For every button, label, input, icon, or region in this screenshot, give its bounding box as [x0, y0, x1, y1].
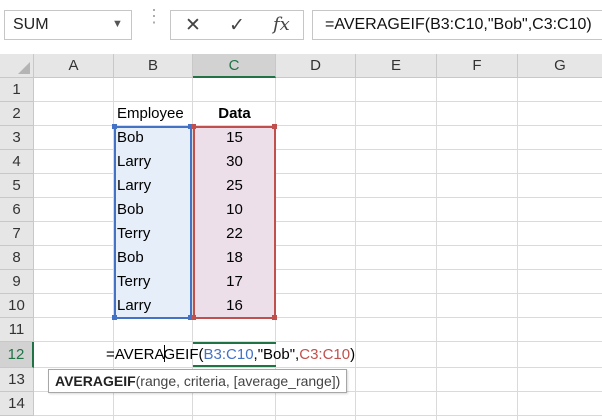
- formula-input[interactable]: =AVERAGEIF(B3:C10,"Bob",C3:C10): [312, 10, 602, 40]
- cell-b10[interactable]: Larry: [117, 294, 151, 318]
- cell-b2-employee-header[interactable]: Employee: [117, 102, 184, 126]
- column-header-b[interactable]: B: [114, 54, 193, 78]
- row-header-6[interactable]: 6: [0, 198, 34, 222]
- cell-formula-editor[interactable]: =AVERAGEIF(B3:C10,"Bob",C3:C10): [106, 342, 355, 368]
- formula-prefix: =AVERA: [106, 346, 165, 363]
- function-tooltip: AVERAGEIF(range, criteria, [average_rang…: [48, 369, 348, 393]
- cell-b7[interactable]: Terry: [117, 222, 150, 246]
- formula-criteria: ,"Bob",: [253, 346, 300, 363]
- name-box-value: SUM: [13, 16, 49, 33]
- cell-b6[interactable]: Bob: [117, 198, 144, 222]
- row-header-8[interactable]: 8: [0, 246, 34, 270]
- column-header-g[interactable]: G: [518, 54, 602, 78]
- select-all-button[interactable]: [0, 54, 34, 78]
- cell-c3[interactable]: 15: [193, 126, 276, 150]
- row-header-4[interactable]: 4: [0, 150, 34, 174]
- cell-c5[interactable]: 25: [193, 174, 276, 198]
- resize-handle-icon[interactable]: ⋮: [145, 7, 163, 25]
- tooltip-args: (range, criteria, [average_range]): [135, 373, 341, 389]
- row-header-2[interactable]: 2: [0, 102, 34, 126]
- row-header-11[interactable]: 11: [0, 318, 34, 342]
- column-header-d[interactable]: D: [276, 54, 356, 78]
- row-header-5[interactable]: 5: [0, 174, 34, 198]
- row-header-12[interactable]: 12: [0, 342, 34, 368]
- cell-c7[interactable]: 22: [193, 222, 276, 246]
- cell-c9[interactable]: 17: [193, 270, 276, 294]
- row-header-1[interactable]: 1: [0, 78, 34, 102]
- chevron-down-icon[interactable]: ▼: [112, 18, 123, 30]
- formula-text: =AVERAGEIF(B3:C10,"Bob",C3:C10): [325, 16, 592, 33]
- checkmark-icon[interactable]: ✓: [229, 14, 245, 37]
- row-header-10[interactable]: 10: [0, 294, 34, 318]
- formula-suffix: ): [350, 346, 356, 363]
- cell-b9[interactable]: Terry: [117, 270, 150, 294]
- row-header-13[interactable]: 13: [0, 368, 34, 392]
- column-header-f[interactable]: F: [437, 54, 518, 78]
- row-header-3[interactable]: 3: [0, 126, 34, 150]
- cell-c10[interactable]: 16: [193, 294, 276, 318]
- formula-range-2: C3:C10: [299, 346, 351, 363]
- tooltip-function-name[interactable]: AVERAGEIF: [55, 373, 136, 389]
- cell-c8[interactable]: 18: [193, 246, 276, 270]
- cell-b4[interactable]: Larry: [117, 150, 151, 174]
- column-header-e[interactable]: E: [356, 54, 437, 78]
- row-header-14[interactable]: 14: [0, 392, 34, 416]
- cell-b5[interactable]: Larry: [117, 174, 151, 198]
- formula-actions: ✕ ✓ fx: [170, 10, 304, 40]
- row-header-7[interactable]: 7: [0, 222, 34, 246]
- formula-bar: SUM ▼ ⋮ ✕ ✓ fx =AVERAGEIF(B3:C10,"Bob",C…: [0, 0, 602, 50]
- cell-c4[interactable]: 30: [193, 150, 276, 174]
- row-header-9[interactable]: 9: [0, 270, 34, 294]
- cell-c6[interactable]: 10: [193, 198, 276, 222]
- cell-b3[interactable]: Bob: [117, 126, 144, 150]
- formula-prefix-2: GEIF(: [163, 346, 204, 363]
- formula-range-1: B3:C10: [203, 346, 254, 363]
- cell-c2-data-header[interactable]: Data: [193, 102, 276, 126]
- column-header-c[interactable]: C: [193, 54, 276, 78]
- fx-icon[interactable]: fx: [273, 14, 290, 35]
- cell-b8[interactable]: Bob: [117, 246, 144, 270]
- cancel-icon[interactable]: ✕: [185, 14, 201, 37]
- column-header-a[interactable]: A: [34, 54, 114, 78]
